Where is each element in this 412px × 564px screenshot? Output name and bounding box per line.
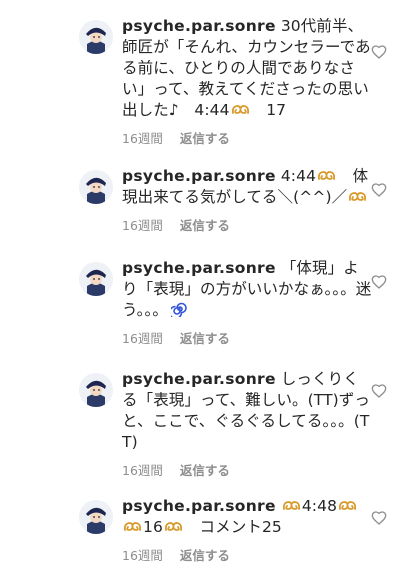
avatar[interactable] [79,20,113,54]
comment-timestamp: 16週間 [122,218,163,233]
heart-outline-icon[interactable] [371,510,387,526]
pretzel-emoji-icon [123,518,142,531]
comment-body: psyche.par.sonre しっくりくる「表現」って、難しい。(TT)ずっ… [122,370,371,451]
pretzel-emoji-icon [164,518,183,531]
heart-outline-icon[interactable] [371,44,387,60]
avatar[interactable] [79,500,113,534]
comment-meta: 16週間 返信する [122,215,372,234]
comment-meta: 16週間 返信する [122,128,372,147]
pretzel-emoji-icon [231,101,250,114]
comment-username[interactable]: psyche.par.sonre [122,17,276,35]
comment-thread: psyche.par.sonre 30代前半、師匠が「そんれ、カウンセラーである… [0,0,412,563]
heart-outline-icon[interactable] [371,182,387,198]
comment-username[interactable]: psyche.par.sonre [122,259,276,277]
reply-button[interactable]: 返信する [180,460,230,479]
reply-button[interactable]: 返信する [180,328,230,347]
comment-body: psyche.par.sonre 4:4816 コメント25 [122,496,372,538]
reply-button[interactable]: 返信する [180,545,230,564]
pretzel-emoji-icon [317,167,336,180]
cyclone-emoji-icon [168,301,187,320]
comment-timestamp: 16週間 [122,463,163,478]
pretzel-emoji-icon [282,497,301,510]
pretzel-emoji-icon [338,497,357,510]
comment-meta: 16週間 返信する [122,328,372,347]
comment-meta: 16週間 返信する [122,460,372,479]
comment-body: psyche.par.sonre 30代前半、師匠が「そんれ、カウンセラーである… [122,17,371,119]
comment-timestamp: 16週間 [122,548,163,563]
comment-meta: 16週間 返信する [122,545,372,564]
heart-outline-icon[interactable] [371,383,387,399]
comment-username[interactable]: psyche.par.sonre [122,497,276,515]
comment-body: psyche.par.sonre 「体現」より「表現」の方がいいかなぁ。。。迷う… [122,259,372,320]
avatar[interactable] [79,373,113,407]
comment-timestamp: 16週間 [122,131,163,146]
reply-button[interactable]: 返信する [180,215,230,234]
heart-outline-icon[interactable] [371,274,387,290]
comment-username[interactable]: psyche.par.sonre [122,167,276,185]
comment-body: psyche.par.sonre 4:44 体現出来てる気がしてる＼(^^)／ [122,167,369,206]
comment-timestamp: 16週間 [122,331,163,346]
comment-username[interactable]: psyche.par.sonre [122,370,276,388]
reply-button[interactable]: 返信する [180,128,230,147]
avatar[interactable] [79,170,113,204]
avatar[interactable] [79,262,113,296]
pretzel-emoji-icon [348,188,367,201]
